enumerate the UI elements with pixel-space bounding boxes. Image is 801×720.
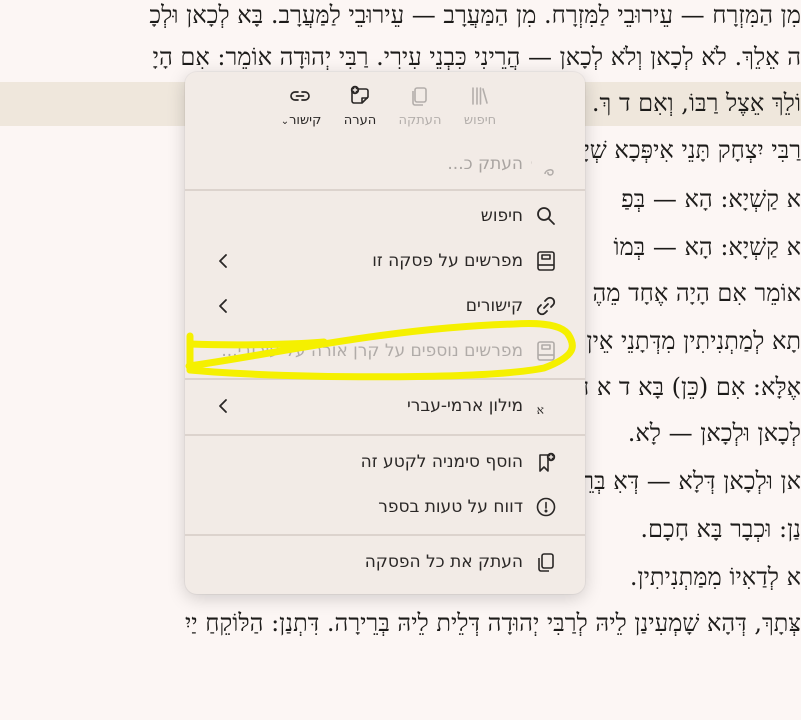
menu-item-copy-paragraph[interactable]: העתק את כל הפסקה <box>185 540 585 584</box>
menu-item-links-label: קישורים <box>465 296 523 316</box>
chevron-left-icon <box>219 254 227 268</box>
svg-text:א: א <box>537 403 544 417</box>
toolbar-search-button[interactable]: חיפוש <box>450 84 510 134</box>
copy-icon <box>412 87 427 106</box>
toolbar-link-label: קישור⌄ <box>279 113 322 130</box>
menu-item-report-error[interactable]: דווח על טעות בספר <box>185 485 585 529</box>
menu-divider <box>185 434 585 436</box>
chevron-down-icon: ⌄ <box>280 116 290 127</box>
menu-item-more-commentaries[interactable]: מפרשים נוספים על קרן אורה על עירובי... <box>185 329 585 373</box>
copy-icon <box>538 553 554 572</box>
toolbar-copy-button[interactable]: העתקה <box>390 84 450 134</box>
toolbar-copy-label: העתקה <box>398 113 442 128</box>
menu-item-commentaries-label: מפרשים על פסקה זו <box>372 251 523 271</box>
text-line: צְּתָךְ, דְּהָא שָׁמְעִינַן לֵיהּ לְרַבִ… <box>185 609 801 637</box>
toolbar-link-text: קישור <box>289 113 322 128</box>
toolbar-search-label: חיפוש <box>463 113 497 128</box>
menu-item-links[interactable]: קישורים <box>185 284 585 328</box>
menu-item-search[interactable]: חיפוש <box>185 194 585 238</box>
book-icon <box>537 251 555 271</box>
add-note-icon <box>350 85 369 104</box>
menu-item-copy-paragraph-label: העתק את כל הפסקה <box>364 552 523 572</box>
menu-item-more-commentaries-label: מפרשים נוספים על קרן אורה על עירובי... <box>221 341 523 361</box>
link-chain-icon <box>536 296 556 316</box>
menu-item-add-bookmark-label: הוסף סימניה לקטע זה <box>360 452 523 472</box>
menu-item-dictionary[interactable]: a א מילון ארמי-עברי <box>185 384 585 428</box>
menu-item-add-bookmark[interactable]: הוסף סימניה לקטע זה <box>185 440 585 484</box>
text-line: מִן הַמִּזְרָח — עֵירוּבֵי לַמִּזְרָח. מ… <box>149 1 801 29</box>
chevron-left-icon <box>219 399 227 413</box>
menu-toolbar: חיפוש העתקה הערה קישור⌄ <box>270 84 510 134</box>
copy-as-row[interactable]: Ab העתק כ... <box>185 144 585 188</box>
chevron-left-icon <box>219 299 227 313</box>
library-icon <box>472 87 488 105</box>
bookmark-add-icon <box>539 452 556 472</box>
menu-item-commentaries[interactable]: מפרשים על פסקה זו <box>185 239 585 283</box>
menu-item-search-label: חיפוש <box>480 206 523 226</box>
toolbar-note-button[interactable]: הערה <box>330 84 390 134</box>
book-icon <box>537 341 555 361</box>
svg-text:Ab: Ab <box>531 155 532 169</box>
link-icon <box>290 91 310 101</box>
toolbar-link-button[interactable]: קישור⌄ <box>270 84 330 134</box>
translate-icon: a א <box>537 403 544 417</box>
alert-circle-icon <box>536 497 556 517</box>
copy-as-placeholder: העתק כ... <box>447 154 523 174</box>
toolbar-note-label: הערה <box>343 113 377 128</box>
menu-divider <box>185 378 585 380</box>
menu-item-report-error-label: דווח על טעות בספר <box>378 497 523 517</box>
menu-divider <box>185 534 585 536</box>
search-icon <box>537 207 555 225</box>
text-style-icon: Ab <box>531 155 554 176</box>
menu-item-dictionary-label: מילון ארמי-עברי <box>407 396 523 416</box>
menu-divider <box>185 189 585 191</box>
context-menu: חיפוש העתקה הערה קישור⌄ העתק כ... חיפוש … <box>185 72 585 594</box>
